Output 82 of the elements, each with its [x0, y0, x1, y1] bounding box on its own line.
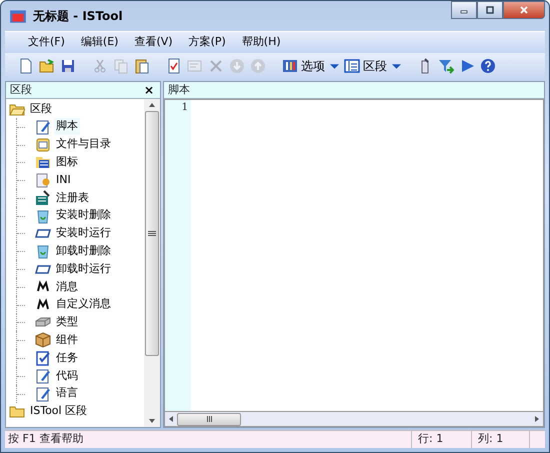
dropdown-button[interactable]	[329, 62, 340, 70]
window-title: 无标题 - ISTool	[33, 8, 123, 25]
scroll-thumb[interactable]	[145, 111, 159, 356]
save-icon	[60, 58, 76, 74]
left-arrow-icon[interactable]	[169, 416, 173, 422]
edit-icon	[187, 58, 203, 74]
cabinet-icon	[35, 136, 51, 152]
close-button[interactable]	[503, 1, 545, 19]
document-icon	[18, 58, 34, 74]
vertical-scrollbar[interactable]	[144, 99, 160, 427]
tree-item[interactable]: 文件与目录	[54, 136, 113, 153]
tree-item[interactable]: 消息	[54, 278, 80, 296]
close-icon	[518, 4, 530, 16]
tree-item[interactable]: 安装时删除	[54, 207, 113, 224]
maximize-icon	[484, 4, 496, 16]
help-button[interactable]	[479, 57, 497, 75]
tree-item[interactable]: 区段	[28, 100, 54, 118]
tree-item[interactable]: 代码	[54, 368, 80, 384]
funnel-icon	[438, 58, 454, 74]
tree-item[interactable]: 卸载时删除	[54, 243, 113, 260]
menu-item[interactable]: 方案(P)	[182, 33, 233, 52]
dropdown-button[interactable]	[391, 62, 402, 70]
caret-icon	[330, 64, 339, 68]
status-message: 按 F1 查看帮助	[7, 431, 84, 448]
grip-icon	[206, 416, 212, 422]
help-icon	[480, 58, 496, 74]
menu-item[interactable]: 帮助(H)	[234, 33, 288, 52]
play-icon	[459, 58, 475, 74]
column-indicator: 列: 1	[471, 431, 529, 448]
notepad-icon	[35, 386, 51, 402]
box-icon	[35, 332, 51, 348]
tree-item[interactable]: 安装时运行	[54, 225, 113, 242]
tree-item[interactable]: 脚本	[54, 118, 80, 135]
list-icon	[344, 58, 360, 74]
minimize-button[interactable]	[451, 1, 477, 19]
tree-item[interactable]: ISTool 区段	[28, 403, 90, 420]
bin-icon	[35, 243, 51, 260]
caret-icon	[392, 64, 401, 68]
scissors-icon	[92, 58, 108, 74]
notepad-icon	[35, 368, 51, 384]
tree-item[interactable]: 任务	[54, 350, 80, 366]
up-arrow-icon[interactable]	[149, 103, 155, 107]
folder-button[interactable]	[38, 57, 56, 75]
clipboard-button[interactable]	[133, 57, 151, 75]
menu-item[interactable]: 查看(V)	[127, 33, 180, 52]
desktop-icon	[35, 154, 51, 170]
tree-item[interactable]: 图标	[54, 154, 80, 171]
options-button[interactable]: 选项	[281, 56, 326, 76]
bin-icon	[35, 208, 51, 224]
right-arrow-icon[interactable]	[535, 416, 539, 422]
checklist-icon	[166, 58, 182, 74]
funnel-button[interactable]	[437, 57, 455, 75]
editor-title: 脚本	[168, 82, 190, 98]
menu-item[interactable]: 编辑(E)	[74, 33, 126, 52]
notepad-icon	[35, 118, 51, 135]
copy-icon	[113, 58, 129, 74]
close-button[interactable]: ×	[142, 84, 156, 96]
tree-item[interactable]: 类型	[54, 314, 80, 331]
sections-button[interactable]: 区段	[343, 56, 388, 76]
horizontal-scrollbar[interactable]	[164, 412, 544, 427]
clipboard-icon	[134, 58, 150, 74]
options-icon	[282, 58, 298, 74]
settings-file-icon	[35, 172, 51, 188]
registry-icon	[35, 190, 51, 206]
tree-item[interactable]: 注册表	[54, 190, 91, 206]
delete-icon	[208, 58, 224, 74]
tree-item[interactable]: INI	[54, 172, 73, 188]
tree-item[interactable]: 自定义消息	[54, 296, 113, 313]
grip-icon	[148, 231, 156, 236]
row-indicator: 行: 1	[411, 431, 471, 448]
folder-icon	[39, 58, 55, 74]
task-icon	[35, 350, 51, 366]
scroll-thumb[interactable]	[177, 412, 241, 426]
tree-item[interactable]: 卸载时运行	[54, 260, 113, 278]
down-arrow-icon[interactable]	[149, 419, 155, 423]
save-button[interactable]	[59, 57, 77, 75]
line-number: 1	[180, 101, 188, 115]
tree-item[interactable]: 组件	[54, 332, 80, 348]
panel-title: 区段	[10, 82, 32, 98]
maximize-button[interactable]	[477, 1, 503, 19]
menu-item[interactable]: 文件(F)	[21, 33, 72, 52]
tree-item[interactable]: 语言	[54, 385, 80, 402]
